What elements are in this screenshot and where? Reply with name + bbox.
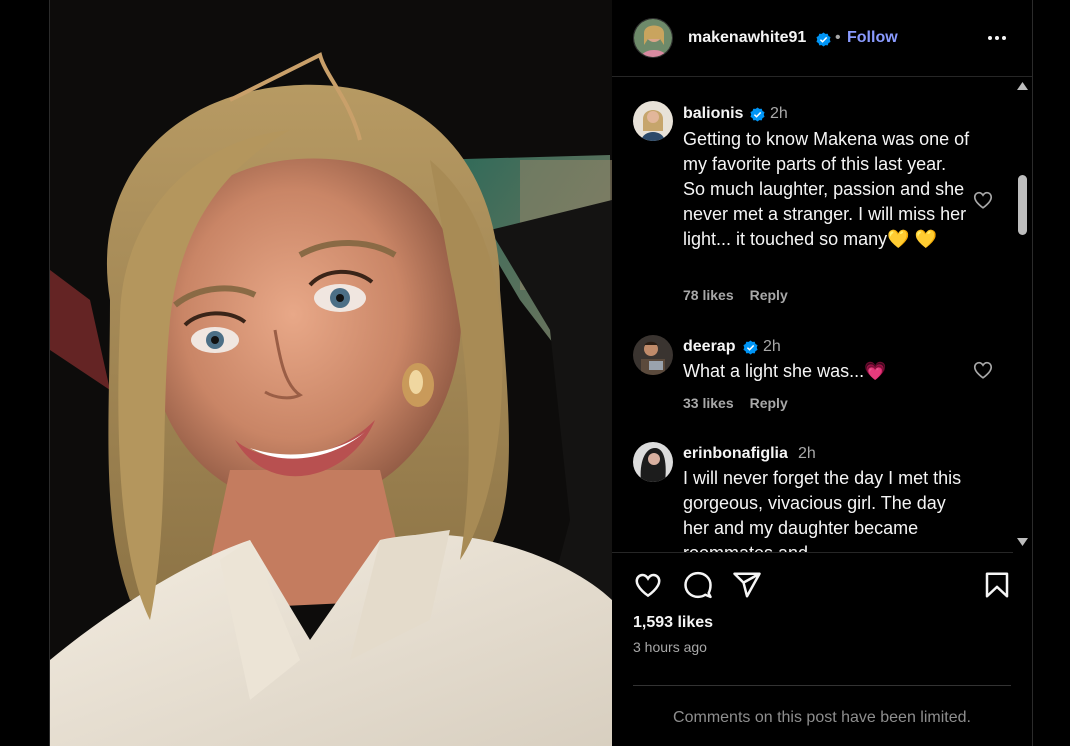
- post-header: makenawhite91 • Follow: [612, 0, 1032, 77]
- more-options-icon[interactable]: [985, 26, 1009, 50]
- comment-username[interactable]: balionis: [683, 105, 743, 123]
- author-username[interactable]: makenawhite91: [688, 29, 806, 47]
- header-separator: •: [835, 29, 841, 46]
- comment-likes[interactable]: 33 likes: [683, 395, 734, 411]
- author-avatar-image: [634, 19, 672, 57]
- comment-text: What a light she was...💗: [683, 361, 887, 381]
- author-avatar[interactable]: [633, 18, 673, 58]
- commenter-avatar-image: [633, 101, 673, 141]
- share-plane-icon[interactable]: [732, 570, 762, 600]
- verified-badge-icon: [816, 32, 831, 47]
- modal-right-edge: [1032, 0, 1033, 746]
- bookmark-icon[interactable]: [982, 570, 1012, 600]
- post-side-panel: makenawhite91 • Follow balionis 2h Getti…: [612, 0, 1032, 746]
- scrollbar-thumb[interactable]: [1018, 175, 1027, 235]
- post-actions: 1,593 likes 3 hours ago: [612, 555, 1032, 685]
- comment-text: Getting to know Makena was one of my fav…: [683, 129, 970, 249]
- comment-avatar[interactable]: [633, 101, 673, 141]
- post-modal: makenawhite91 • Follow balionis 2h Getti…: [0, 0, 1070, 746]
- comments-list[interactable]: balionis 2h Getting to know Makena was o…: [612, 78, 1032, 553]
- verified-badge-icon: [743, 340, 758, 355]
- comment-username[interactable]: erinbonafiglia: [683, 445, 788, 463]
- scroll-down-arrow-icon[interactable]: [1017, 538, 1028, 546]
- reply-button[interactable]: Reply: [750, 395, 788, 411]
- comment-avatar[interactable]: [633, 335, 673, 375]
- verified-badge-icon: [750, 107, 765, 122]
- comment-bubble-icon[interactable]: [683, 570, 713, 600]
- comments-divider: [633, 685, 1011, 686]
- commenter-avatar-image: [633, 335, 673, 375]
- comment-time: 2h: [763, 338, 781, 355]
- post-photo[interactable]: [50, 0, 612, 746]
- selfie-photo-image: [50, 0, 612, 746]
- post-likes-count[interactable]: 1,593 likes: [633, 614, 713, 632]
- heart-icon[interactable]: [633, 570, 663, 600]
- comment-meta: 33 likes Reply: [683, 395, 804, 411]
- heart-icon[interactable]: [972, 189, 994, 211]
- heart-icon[interactable]: [972, 359, 994, 381]
- follow-button[interactable]: Follow: [847, 29, 898, 47]
- post-timestamp: 3 hours ago: [633, 639, 707, 655]
- comment-time: 2h: [770, 105, 788, 122]
- comment-time: 2h: [798, 445, 816, 462]
- commenter-avatar-image: [633, 442, 673, 482]
- reply-button[interactable]: Reply: [750, 287, 788, 303]
- comment-text: I will never forget the day I met this g…: [683, 468, 962, 553]
- comment-username[interactable]: deerap: [683, 338, 735, 356]
- scroll-up-arrow-icon[interactable]: [1017, 82, 1028, 90]
- comment-likes[interactable]: 78 likes: [683, 287, 734, 303]
- comment-meta: 78 likes Reply: [683, 287, 804, 303]
- comment-avatar[interactable]: [633, 442, 673, 482]
- comments-scrollbar[interactable]: [1013, 78, 1032, 553]
- comments-limited-notice: Comments on this post have been limited.: [673, 709, 971, 726]
